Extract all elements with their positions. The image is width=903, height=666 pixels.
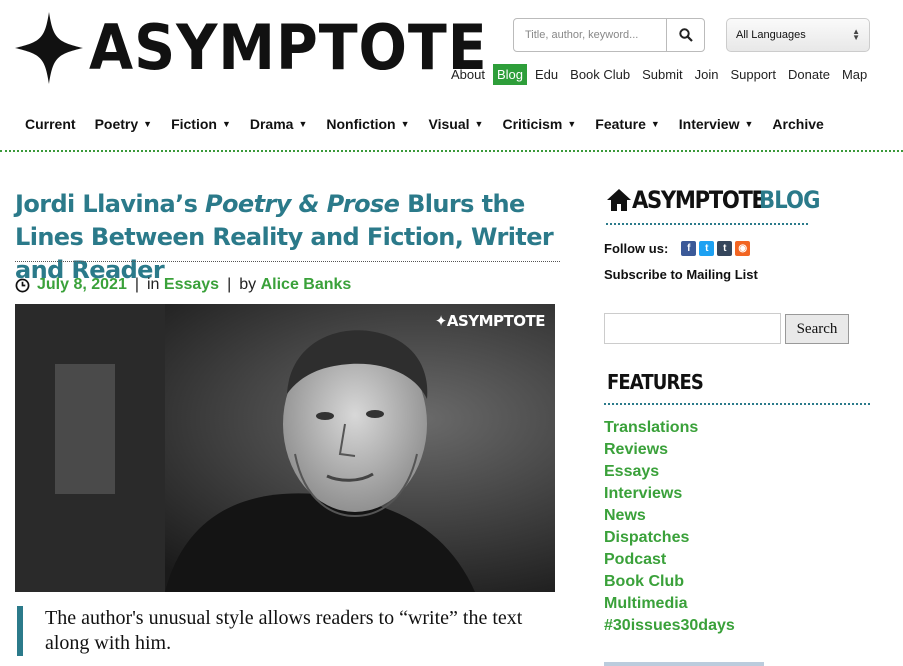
top-nav-link[interactable]: Blog bbox=[492, 64, 528, 85]
main-nav-label: Interview bbox=[678, 116, 740, 132]
feature-link[interactable]: Podcast bbox=[604, 551, 735, 573]
main-nav-label: Fiction bbox=[171, 116, 217, 132]
facebook-icon[interactable]: f bbox=[681, 241, 697, 256]
site-search bbox=[513, 18, 705, 52]
site-logo-text: ASYMPTOTE bbox=[89, 11, 488, 84]
main-nav-item[interactable]: Interview ▼ bbox=[679, 116, 754, 132]
top-nav-link[interactable]: Join bbox=[691, 64, 723, 85]
feature-link[interactable]: Dispatches bbox=[604, 529, 735, 551]
caret-down-icon: ▼ bbox=[650, 119, 660, 129]
feature-link[interactable]: News bbox=[604, 507, 735, 529]
article-category-link[interactable]: Essays bbox=[164, 276, 219, 294]
feature-link[interactable]: Book Club bbox=[604, 573, 735, 595]
feature-link[interactable]: Reviews bbox=[604, 441, 735, 463]
search-icon bbox=[678, 28, 693, 42]
feature-link[interactable]: Translations bbox=[604, 419, 735, 441]
search-input[interactable] bbox=[514, 19, 666, 51]
meta-in-label: in bbox=[147, 276, 160, 293]
blog-logo-divider bbox=[606, 223, 808, 225]
top-nav-link[interactable]: Book Club bbox=[566, 64, 634, 85]
pull-quote: The author's unusual style allows reader… bbox=[17, 606, 557, 656]
main-nav-item[interactable]: Nonfiction ▼ bbox=[326, 116, 409, 132]
search-button[interactable] bbox=[666, 19, 704, 51]
blog-logo-accent: BLOG bbox=[758, 186, 820, 214]
rss-icon[interactable]: ◉ bbox=[735, 241, 751, 256]
main-nav-item[interactable]: Feature ▼ bbox=[595, 116, 660, 132]
main-nav-label: Criticism bbox=[502, 116, 563, 132]
features-divider bbox=[604, 403, 870, 405]
features-heading: FEATURES bbox=[607, 370, 704, 394]
language-select-value: All Languages bbox=[736, 29, 806, 41]
caret-down-icon: ▼ bbox=[400, 119, 410, 129]
clock-icon bbox=[15, 278, 30, 292]
top-nav-link[interactable]: Support bbox=[726, 64, 780, 85]
main-nav-label: Visual bbox=[428, 116, 470, 132]
main-nav-item[interactable]: Criticism ▼ bbox=[502, 116, 576, 132]
feature-link[interactable]: Multimedia bbox=[604, 595, 735, 617]
meta-separator: | bbox=[227, 276, 232, 293]
main-nav-item[interactable]: Poetry ▼ bbox=[95, 116, 153, 132]
features-list: Translations Reviews Essays Interviews News D… bbox=[604, 419, 735, 639]
main-nav-label: Nonfiction bbox=[326, 116, 396, 132]
article-title: Jordi Llavina’s Poetry & Prose Blurs the… bbox=[15, 188, 560, 287]
feature-link[interactable]: #30issues30days bbox=[604, 617, 735, 639]
tumblr-icon[interactable]: t bbox=[717, 241, 733, 256]
caret-down-icon: ▼ bbox=[298, 119, 308, 129]
caret-down-icon: ▼ bbox=[221, 119, 231, 129]
caret-down-icon: ▼ bbox=[143, 119, 153, 129]
meta-by-label: by bbox=[239, 276, 257, 293]
top-nav-link[interactable]: Submit bbox=[638, 64, 686, 85]
main-nav-label: Drama bbox=[249, 116, 294, 132]
main-nav-item[interactable]: Drama ▼ bbox=[250, 116, 308, 132]
main-nav-item[interactable]: Current bbox=[25, 116, 76, 132]
meta-separator: | bbox=[134, 276, 139, 293]
caret-down-icon: ▼ bbox=[744, 119, 754, 129]
caret-down-icon: ▼ bbox=[474, 119, 484, 129]
nav-divider bbox=[0, 150, 903, 152]
home-icon bbox=[607, 189, 631, 211]
main-nav-label: Archive bbox=[772, 116, 824, 132]
title-divider bbox=[15, 261, 560, 262]
top-nav-link[interactable]: Map bbox=[838, 64, 871, 85]
select-arrows-icon: ▲ ▼ bbox=[852, 27, 860, 42]
top-nav-link[interactable]: About bbox=[447, 64, 489, 85]
article-author-link[interactable]: Alice Banks bbox=[261, 276, 352, 294]
feature-link[interactable]: Essays bbox=[604, 463, 735, 485]
main-nav-item[interactable]: Archive bbox=[772, 116, 823, 132]
main-nav-label: Feature bbox=[595, 116, 646, 132]
feature-link[interactable]: Interviews bbox=[604, 485, 735, 507]
language-select[interactable]: All Languages ▲ ▼ bbox=[726, 18, 870, 52]
blog-logo-main: ASYMPTOTE bbox=[632, 186, 766, 214]
main-nav-label: Poetry bbox=[94, 116, 139, 132]
top-nav: About Blog Edu Book Club Submit Join Support Do… bbox=[447, 64, 875, 85]
article-meta: July 8, 2021 | in Essays | by Alice Bank… bbox=[15, 276, 351, 294]
title-part-1: Jordi Llavina’s bbox=[15, 190, 206, 218]
title-book-name: Poetry & Prose bbox=[205, 190, 400, 218]
subscribe-link[interactable]: Subscribe to Mailing List bbox=[604, 267, 758, 282]
main-nav-item[interactable]: Visual ▼ bbox=[429, 116, 484, 132]
blog-logo[interactable]: ASYMPTOTE BLOG bbox=[606, 186, 828, 214]
photo-watermark: ✦ASYMPTOTE bbox=[434, 312, 546, 330]
main-nav-label: Current bbox=[25, 116, 76, 132]
top-nav-link[interactable]: Edu bbox=[531, 64, 562, 85]
twitter-icon[interactable]: t bbox=[699, 241, 715, 256]
sidebar-search-button[interactable]: Search bbox=[785, 314, 849, 344]
main-nav-item[interactable]: Fiction ▼ bbox=[171, 116, 231, 132]
follow-us: Follow us: f t t ◉ bbox=[604, 241, 751, 256]
author-portrait-image bbox=[15, 304, 555, 592]
caret-down-icon: ▼ bbox=[567, 119, 577, 129]
article-photo: ✦ASYMPTOTE bbox=[15, 304, 555, 592]
main-nav: Current Poetry ▼ Fiction ▼ Drama ▼ Nonfiction ▼ V… bbox=[25, 116, 843, 132]
follow-label: Follow us: bbox=[604, 241, 669, 256]
sidebar-bottom-element bbox=[604, 662, 764, 666]
article-date[interactable]: July 8, 2021 bbox=[37, 276, 127, 294]
star-logo-icon bbox=[15, 12, 83, 84]
sidebar-search-input[interactable] bbox=[604, 313, 781, 344]
top-nav-link[interactable]: Donate bbox=[784, 64, 834, 85]
